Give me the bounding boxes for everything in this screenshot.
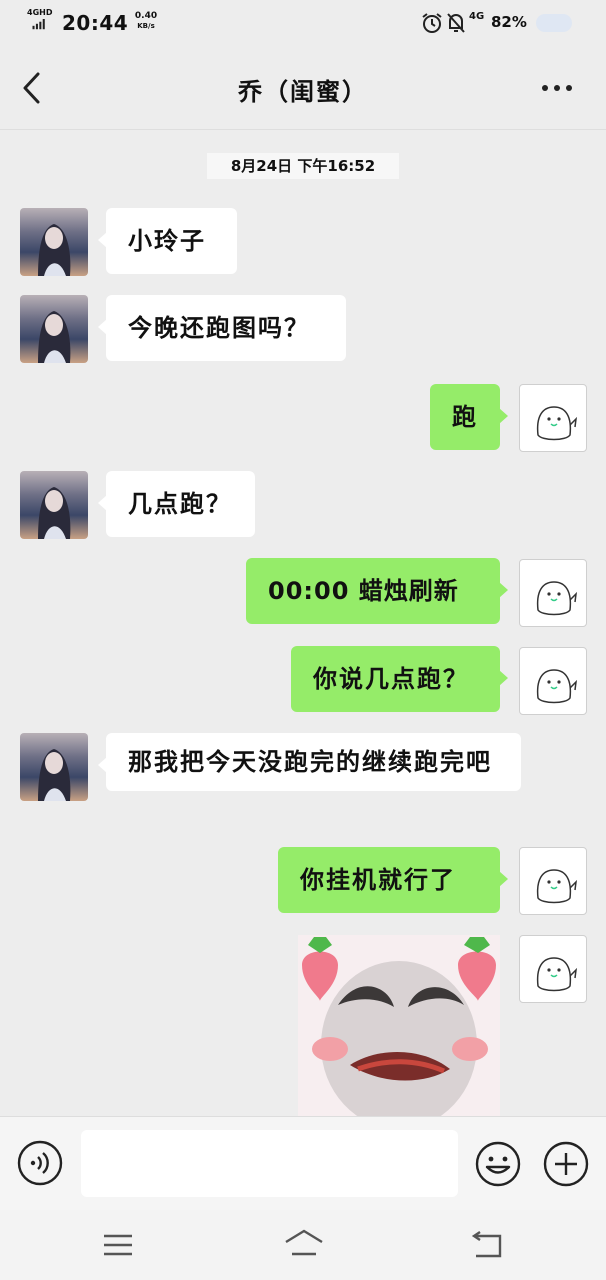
chat-title: 乔（闺蜜） [238, 78, 368, 106]
sticker-image[interactable] [298, 935, 500, 1116]
message-timestamp: 8月24日 下午16:52 [207, 153, 399, 179]
signal-icon [32, 19, 45, 30]
clock: 20:44 [62, 11, 129, 35]
user-avatar[interactable] [519, 847, 587, 915]
network-speed: 0.40 KB/s [131, 11, 161, 31]
system-navigation-bar [0, 1210, 606, 1280]
network-type: 4GHD [27, 8, 53, 17]
voice-icon[interactable] [17, 1140, 63, 1186]
battery-percent: 82% [491, 13, 527, 31]
message-bubble-received[interactable]: 那我把今天没跑完的继续跑完吧 [98, 733, 521, 791]
speed-unit: KB/s [137, 22, 155, 30]
message-bubble-sent[interactable]: 00:00 蜡烛刷新 [246, 558, 508, 624]
contact-avatar[interactable] [20, 295, 88, 363]
user-avatar[interactable] [519, 384, 587, 452]
ghost-doodle-icon [536, 669, 578, 704]
user-avatar[interactable] [519, 559, 587, 627]
bell-off-icon [447, 13, 465, 33]
girl-portrait-icon [38, 311, 71, 363]
menu-icon[interactable] [102, 1232, 134, 1258]
ghost-doodle-icon [536, 957, 578, 992]
network-type-secondary: 4G [469, 11, 485, 22]
return-icon[interactable] [470, 1230, 504, 1260]
ghost-doodle-icon [536, 581, 578, 616]
user-avatar[interactable] [519, 935, 587, 1003]
crying-face-sticker-icon [298, 935, 500, 1116]
girl-portrait-icon [38, 224, 71, 276]
status-bar: 4GHD 20:44 0.40 KB/s 4G 82% [0, 0, 606, 46]
emoji-icon[interactable] [474, 1140, 522, 1188]
user-avatar[interactable] [519, 647, 587, 715]
message-input[interactable] [81, 1130, 458, 1197]
contact-avatar[interactable] [20, 208, 88, 276]
contact-avatar[interactable] [20, 471, 88, 539]
battery-icon [536, 14, 572, 32]
girl-portrait-icon [38, 487, 71, 539]
more-icon[interactable] [540, 80, 574, 96]
message-bubble-received[interactable]: 小玲子 [98, 208, 237, 274]
contact-avatar[interactable] [20, 733, 88, 801]
message-bubble-received[interactable]: 今晚还跑图吗？ [98, 295, 346, 361]
message-bubble-received[interactable]: 几点跑？ [98, 471, 255, 537]
ghost-doodle-icon [536, 869, 578, 904]
home-icon[interactable] [284, 1228, 324, 1258]
girl-portrait-icon [38, 749, 71, 801]
plus-icon[interactable] [542, 1140, 590, 1188]
message-list[interactable]: 8月24日 下午16:52 小玲子 今晚还跑图吗？ 跑 几点跑？ 00:00 蜡… [0, 131, 606, 1116]
input-toolbar [0, 1116, 606, 1210]
message-bubble-sent[interactable]: 你挂机就行了 [278, 847, 508, 913]
message-bubble-sent[interactable]: 跑 [430, 384, 508, 450]
speed-value: 0.40 [134, 11, 158, 21]
alarm-icon [422, 13, 442, 33]
ghost-doodle-icon [536, 406, 578, 441]
message-bubble-sent[interactable]: 你说几点跑？ [291, 646, 508, 712]
chat-header: 乔（闺蜜） [0, 46, 606, 130]
